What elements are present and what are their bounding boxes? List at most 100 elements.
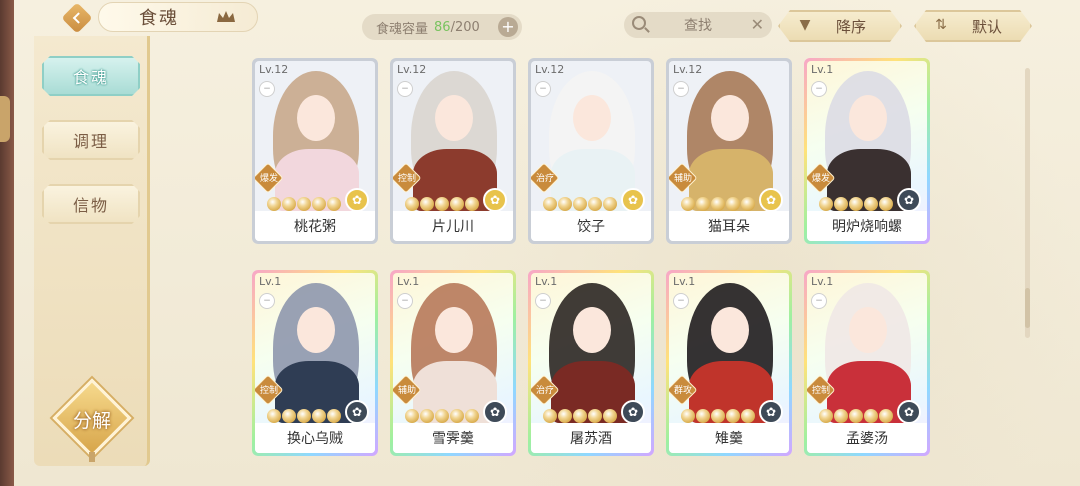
star-icon <box>282 197 296 211</box>
flower-emblem-icon: ✿ <box>759 188 783 212</box>
flower-emblem-icon: ✿ <box>483 400 507 424</box>
card-level: Lv.12 <box>673 63 703 76</box>
card-name: 屠苏酒 <box>570 431 612 447</box>
favorite-icon[interactable]: − <box>673 293 689 309</box>
food-soul-card[interactable]: Lv.12 − 辅助 ✿ 猫耳朵 <box>666 58 792 244</box>
star-rating <box>267 197 341 211</box>
clear-search-icon[interactable]: ✕ <box>751 15 764 34</box>
card-level: Lv.1 <box>673 275 696 288</box>
star-icon <box>864 197 878 211</box>
card-level: Lv.1 <box>535 275 558 288</box>
capacity-display: 食魂容量 86 /200 + <box>362 14 522 40</box>
food-soul-card[interactable]: Lv.1 − 控制 ✿ 换心乌贼 <box>252 270 378 456</box>
sort-mode-label: 默认 <box>972 17 1003 36</box>
favorite-icon[interactable]: − <box>673 81 689 97</box>
star-icon <box>267 409 281 423</box>
tab-tokens[interactable]: 信物 <box>42 184 140 224</box>
decompose-label: 分解 <box>72 410 111 432</box>
top-bar: 食魂 食魂容量 86 /200 + 查找 ✕ ▼ 降序 ⇅ 默认 <box>14 0 1080 46</box>
portrait-face <box>435 95 473 141</box>
sort-order-button[interactable]: ▼ 降序 <box>778 10 902 42</box>
star-icon <box>450 197 464 211</box>
card-name: 明炉烧响螺 <box>832 219 902 235</box>
sort-down-icon: ▼ <box>799 17 811 33</box>
tab-conditioning[interactable]: 调理 <box>42 120 140 160</box>
card-level: Lv.12 <box>397 63 427 76</box>
star-rating <box>819 409 893 423</box>
star-icon <box>864 409 878 423</box>
portrait-face <box>849 307 887 353</box>
card-name-bar: 猫耳朵 <box>669 211 789 241</box>
favorite-icon[interactable]: − <box>397 81 413 97</box>
food-soul-card[interactable]: Lv.1 − 控制 ✿ 孟婆汤 <box>804 270 930 456</box>
favorite-icon[interactable]: − <box>259 293 275 309</box>
scrollbar[interactable] <box>1025 68 1030 338</box>
card-name: 桃花粥 <box>294 219 336 235</box>
portrait-face <box>849 95 887 141</box>
star-icon <box>327 197 341 211</box>
tab-label: 食魂 <box>72 68 109 87</box>
star-icon <box>879 409 893 423</box>
swap-icon: ⇅ <box>935 17 947 33</box>
card-inner: Lv.12 − 辅助 ✿ 猫耳朵 <box>669 61 789 241</box>
card-name-bar: 孟婆汤 <box>807 423 927 453</box>
favorite-icon[interactable]: − <box>811 81 827 97</box>
card-level: Lv.12 <box>535 63 565 76</box>
favorite-icon[interactable]: − <box>535 293 551 309</box>
card-name-bar: 屠苏酒 <box>531 423 651 453</box>
search-input[interactable]: 查找 ✕ <box>624 12 772 38</box>
flower-emblem-icon: ✿ <box>345 188 369 212</box>
card-inner: Lv.1 − 辅助 ✿ 雪霁羹 <box>393 273 513 453</box>
star-icon <box>681 197 695 211</box>
star-icon <box>405 197 419 211</box>
portrait-face <box>435 307 473 353</box>
favorite-icon[interactable]: − <box>811 293 827 309</box>
sort-mode-button[interactable]: ⇅ 默认 <box>914 10 1032 42</box>
food-soul-card[interactable]: Lv.1 − 辅助 ✿ 雪霁羹 <box>390 270 516 456</box>
back-button[interactable] <box>54 2 100 34</box>
search-placeholder: 查找 <box>684 18 712 34</box>
tab-food-souls[interactable]: 食魂 <box>42 56 140 96</box>
edge-notch <box>0 96 10 142</box>
star-icon <box>696 409 710 423</box>
sort-order-label: 降序 <box>836 17 867 36</box>
star-icon <box>312 197 326 211</box>
card-name: 饺子 <box>577 219 605 235</box>
star-icon <box>297 197 311 211</box>
food-soul-card[interactable]: Lv.1 − 群攻 ✿ 雉羹 <box>666 270 792 456</box>
food-soul-card[interactable]: Lv.12 − 控制 ✿ 片儿川 <box>390 58 516 244</box>
decompose-button[interactable]: 分解 <box>52 378 132 462</box>
favorite-icon[interactable]: − <box>535 81 551 97</box>
star-icon <box>834 409 848 423</box>
star-icon <box>558 197 572 211</box>
food-soul-card[interactable]: Lv.1 − 爆发 ✿ 明炉烧响螺 <box>804 58 930 244</box>
card-name: 换心乌贼 <box>287 431 343 447</box>
card-name-bar: 换心乌贼 <box>255 423 375 453</box>
add-capacity-button[interactable]: + <box>498 17 518 37</box>
star-icon <box>819 409 833 423</box>
food-soul-card[interactable]: Lv.1 − 治疗 ✿ 屠苏酒 <box>528 270 654 456</box>
star-icon <box>312 409 326 423</box>
card-inner: Lv.1 − 群攻 ✿ 雉羹 <box>669 273 789 453</box>
star-icon <box>711 197 725 211</box>
star-icon <box>696 197 710 211</box>
role-label: 治疗 <box>535 386 554 396</box>
star-icon <box>435 409 449 423</box>
search-icon <box>632 16 646 30</box>
card-inner: Lv.1 − 爆发 ✿ 明炉烧响螺 <box>807 61 927 241</box>
role-label: 控制 <box>397 174 416 184</box>
food-soul-card[interactable]: Lv.12 − 爆发 ✿ 桃花粥 <box>252 58 378 244</box>
scrollbar-thumb[interactable] <box>1025 288 1030 328</box>
flower-emblem-icon: ✿ <box>483 188 507 212</box>
star-icon <box>711 409 725 423</box>
card-name: 猫耳朵 <box>708 219 750 235</box>
favorite-icon[interactable]: − <box>397 293 413 309</box>
star-icon <box>543 197 557 211</box>
food-soul-card[interactable]: Lv.12 − 治疗 ✿ 饺子 <box>528 58 654 244</box>
flower-emblem-icon: ✿ <box>621 188 645 212</box>
page-title: 食魂 <box>139 8 179 29</box>
star-icon <box>435 197 449 211</box>
crown-icon <box>217 11 235 22</box>
favorite-icon[interactable]: − <box>259 81 275 97</box>
card-name-bar: 雪霁羹 <box>393 423 513 453</box>
